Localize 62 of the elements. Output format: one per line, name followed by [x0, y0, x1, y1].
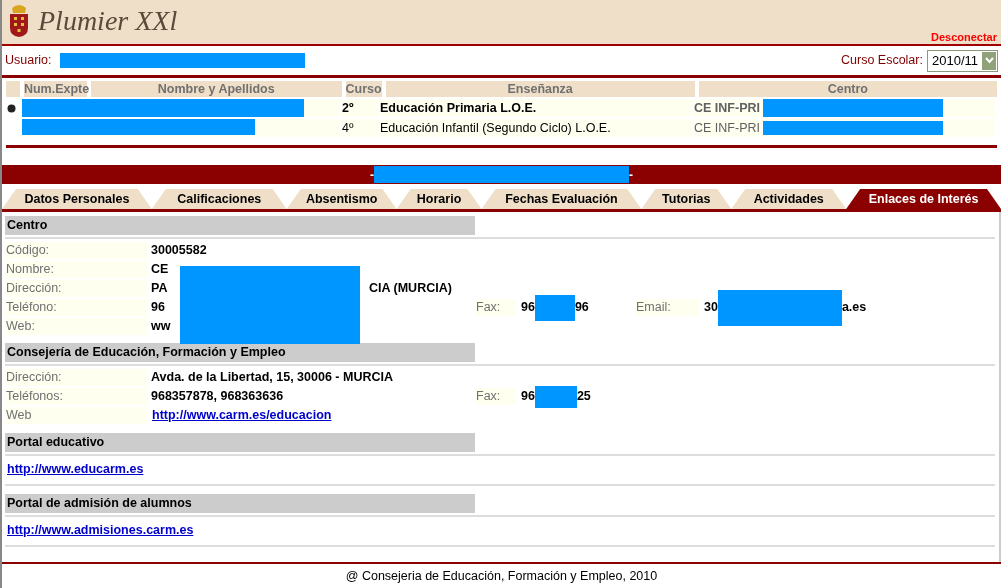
field-value: a.es [841, 299, 867, 317]
table-cell: Educación Infantil (Segundo Ciclo) L.O.E. [380, 119, 692, 137]
tab[interactable]: Tutorias [641, 189, 732, 209]
tab[interactable]: Absentismo [286, 189, 397, 209]
column-header: Num.Expte [23, 81, 87, 97]
section-header: Centro [5, 216, 475, 235]
redaction-block [534, 385, 577, 408]
tab[interactable]: Fechas Evaluación [481, 189, 642, 209]
field-value: ww [151, 318, 171, 336]
field-value: 30005582 [151, 242, 207, 260]
school-year-select[interactable]: 2010/11 [926, 49, 998, 72]
link[interactable]: http://www.carm.es/educacion [152, 406, 332, 425]
redaction-block [534, 294, 575, 321]
table-cell: 2º [342, 99, 378, 117]
tab[interactable]: Actividades [731, 189, 847, 209]
field-value: PA [151, 281, 168, 296]
table-cell: 4º [342, 119, 378, 137]
field-value: 96 [521, 388, 535, 406]
column-header [6, 81, 20, 97]
field-value: 96 [574, 299, 589, 317]
field-value: 25 [576, 388, 591, 406]
banner-text: - [629, 166, 633, 184]
tab[interactable]: Horario [396, 189, 482, 209]
column-header: Nombre y Apellidos [90, 81, 342, 97]
table-cell-text: CE INF-PRI [694, 100, 760, 117]
field-value: CIA (MURCIA) [369, 280, 452, 298]
field-value: 96 [521, 299, 535, 317]
table-cell-text: CE INF-PRI [694, 120, 760, 137]
coat-of-arms-icon [8, 4, 30, 38]
field-label: Fax: [475, 299, 516, 316]
field-label: Dirección: [5, 369, 148, 386]
field-value: Avda. de la Libertad, 15, 30006 - MURCIA [151, 369, 393, 387]
logo-text: Plumier XXl [38, 5, 178, 37]
tab[interactable]: Calificaciones [151, 189, 287, 209]
link[interactable]: http://www.admisiones.carm.es [7, 520, 194, 540]
table-cell: Educación Primaria L.O.E. [380, 99, 692, 117]
field-label: Dirección: [5, 280, 148, 297]
field-label: Fax: [475, 388, 516, 405]
field-label: Código: [5, 242, 148, 259]
field-label: Web: [5, 318, 148, 335]
field-value: 96 [151, 299, 165, 317]
field-value: 30 [704, 299, 718, 317]
field-value: CE [151, 261, 169, 279]
section-header: Portal de admisión de alumnos [5, 493, 475, 513]
footer-text: @ Consejeria de Educación, Formación y Empleo, 2010 [2, 562, 1001, 588]
section-header: Portal educativo [5, 433, 475, 452]
column-header: Centro [698, 81, 997, 97]
user-label: Usuario: [5, 52, 52, 70]
section-header: Consejería de Educación, Formación y Empleo [5, 343, 475, 362]
field-value: 968357878, 968363636 [151, 388, 284, 406]
column-header: Curso [345, 81, 382, 97]
school-year-label: Curso Escolar: [841, 52, 923, 70]
link[interactable]: http://www.educarm.es [7, 460, 144, 479]
column-header: Enseñanza [385, 81, 695, 97]
field-label: Nombre: [5, 261, 148, 278]
tab[interactable]: Enlaces de Interés [846, 189, 1001, 209]
field-label: Teléfono: [5, 299, 148, 316]
field-label: Teléfonos: [5, 388, 148, 405]
field-label: Web [5, 407, 148, 424]
field-label: Email: [635, 299, 699, 316]
tab[interactable]: Datos Personales [2, 189, 152, 209]
banner-text: - [370, 166, 374, 184]
